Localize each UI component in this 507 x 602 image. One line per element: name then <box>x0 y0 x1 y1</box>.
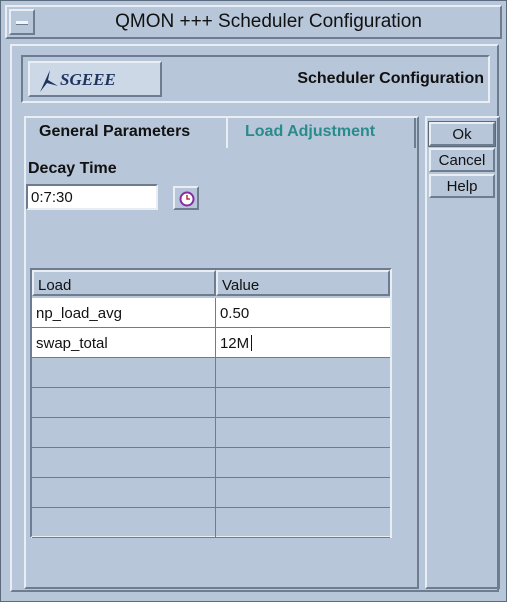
table-cell-value[interactable] <box>215 388 390 418</box>
title-bar[interactable]: QMON +++ Scheduler Configuration <box>5 5 502 39</box>
help-button[interactable]: Help <box>429 174 495 198</box>
table-cell-load[interactable]: swap_total <box>32 328 216 358</box>
table-row: np_load_avg 0.50 <box>32 298 390 328</box>
table-row <box>32 358 390 388</box>
table-cell-load[interactable]: np_load_avg <box>32 298 216 328</box>
header-title: Scheduler Configuration <box>297 70 484 87</box>
sgeee-logo-icon <box>40 70 58 92</box>
table-row <box>32 418 390 448</box>
table-cell-value[interactable] <box>215 448 390 478</box>
table-cell-value[interactable] <box>215 358 390 388</box>
table-header: Load Value <box>32 270 390 296</box>
tab-load-adjustment-label: Load Adjustment <box>245 123 376 140</box>
table-cell-load[interactable] <box>32 358 216 388</box>
table-cell-value[interactable] <box>215 418 390 448</box>
table-cell-value[interactable]: 0.50 <box>215 298 390 328</box>
decay-time-picker-button[interactable] <box>173 186 199 210</box>
text-cursor <box>251 335 253 351</box>
sgeee-logo: SGEEE <box>28 61 162 97</box>
load-adjustment-table: Load Value np_load_avg 0.50 swap_total 1… <box>30 268 392 538</box>
table-cell-value[interactable] <box>215 478 390 508</box>
window-title: QMON +++ Scheduler Configuration <box>115 11 422 32</box>
column-header-load[interactable]: Load <box>32 270 216 296</box>
ok-button[interactable]: Ok <box>428 121 496 147</box>
window-menu-button[interactable] <box>9 9 35 35</box>
table-row <box>32 508 390 538</box>
table-cell-load[interactable] <box>32 478 216 508</box>
table-cell-value[interactable] <box>215 508 390 538</box>
column-header-value[interactable]: Value <box>215 270 390 296</box>
logo-text: SGEEE <box>60 70 116 89</box>
table-cell-value-text: 12M <box>219 335 250 352</box>
clock-icon <box>179 191 195 207</box>
dialog-body: SGEEE Scheduler Configuration General Pa… <box>10 44 500 592</box>
table-cell-load[interactable] <box>32 448 216 478</box>
action-button-panel: Ok Cancel Help <box>425 116 500 589</box>
cancel-button[interactable]: Cancel <box>429 148 495 172</box>
table-cell-load[interactable] <box>32 418 216 448</box>
table-row <box>32 388 390 418</box>
tab-general-parameters-label: General Parameters <box>39 123 191 140</box>
window-menu-icon <box>16 21 28 25</box>
table-cell-load[interactable] <box>32 388 216 418</box>
tab-general-parameters[interactable]: General Parameters <box>26 118 226 148</box>
tab-panel: General Parameters Load Adjustment Decay… <box>24 116 419 589</box>
table-row <box>32 448 390 478</box>
table-cell-load[interactable] <box>32 508 216 538</box>
dialog-header: SGEEE Scheduler Configuration <box>21 55 490 103</box>
table-row: swap_total 12M <box>32 328 390 358</box>
scheduler-config-window: QMON +++ Scheduler Configuration SGEEE S… <box>0 0 507 602</box>
table-body: np_load_avg 0.50 swap_total 12M <box>32 298 390 538</box>
tab-load-adjustment[interactable]: Load Adjustment <box>226 118 416 148</box>
table-row <box>32 478 390 508</box>
decay-time-label: Decay Time <box>28 160 117 177</box>
decay-time-input[interactable]: 0:7:30 <box>26 184 158 210</box>
table-cell-value-editing[interactable]: 12M <box>215 328 390 358</box>
